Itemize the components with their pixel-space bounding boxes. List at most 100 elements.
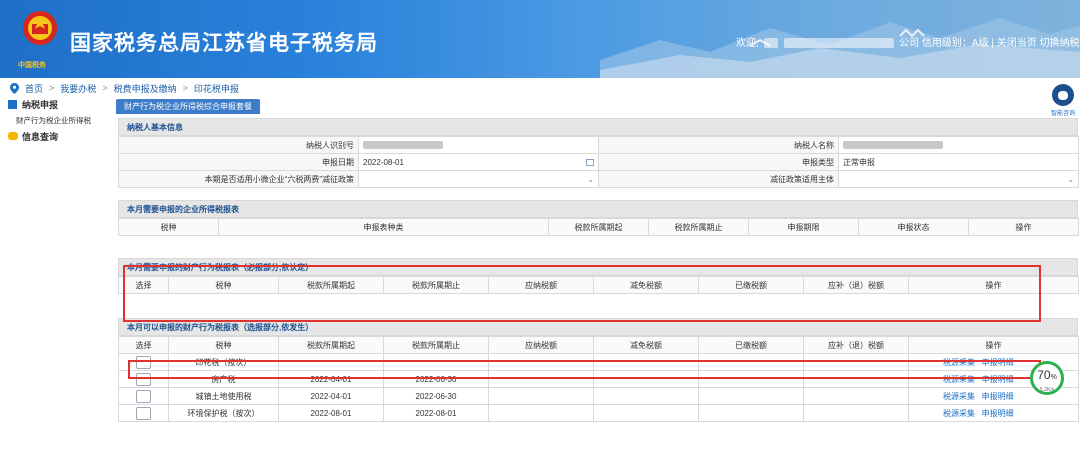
tax-type-cell: 环境保护税（按次） <box>168 404 279 422</box>
filing-date-field[interactable]: 2022-08-01 <box>358 153 599 171</box>
sidebar-item-tax-filing[interactable]: 纳税申报 <box>0 96 112 112</box>
breadcrumb-home[interactable]: 首页 <box>25 82 43 95</box>
sidebar-item-label: 纳税申报 <box>22 99 59 110</box>
column-header: 已缴税额 <box>698 336 804 354</box>
row-checkbox[interactable] <box>136 406 151 420</box>
payable-cell <box>488 404 594 422</box>
payable-cell <box>488 387 594 405</box>
redacted-value <box>363 141 443 150</box>
breadcrumb-sep: > <box>182 83 188 93</box>
taxpayer-name-value <box>838 136 1079 154</box>
breadcrumb-my-tax[interactable]: 我要办税 <box>60 82 96 95</box>
user-bar: 欢迎, 公司 信用级别：A级 | 关闭当页 切换纳税人 <box>736 34 1080 49</box>
highlight-stamp-tax-row <box>128 360 1041 379</box>
breadcrumb-tax-filing[interactable]: 税费申报及缴纳 <box>114 82 177 95</box>
site-header: 中国税务 国家税务总局江苏省电子税务局 欢迎, 公司 信用级别：A级 | 关闭当… <box>0 0 1080 78</box>
smart-assistant-button[interactable]: 智能咨询 <box>1047 84 1079 117</box>
source-collect-link[interactable]: 税源采集 <box>943 409 975 418</box>
paid-cell <box>698 404 804 422</box>
column-header: 税种 <box>118 218 219 236</box>
tax-emblem-icon <box>23 11 57 45</box>
row-checkbox[interactable] <box>136 389 151 403</box>
gauge-percent: 70% <box>1033 366 1061 387</box>
sidebar: 纳税申报 财产行为税企业所得税 信息查询 <box>0 96 112 453</box>
filing-detail-link[interactable]: 申报明细 <box>982 409 1014 418</box>
due-cell <box>803 404 909 422</box>
column-header: 税款所属期起 <box>278 336 384 354</box>
sidebar-subitem-property-income-tax[interactable]: 财产行为税企业所得税 <box>0 112 112 128</box>
taxpayer-id-value <box>358 136 599 154</box>
column-header: 税款所属期止 <box>648 218 749 236</box>
redacted-value <box>843 141 943 150</box>
tax-type-cell: 城镇土地使用税 <box>168 387 279 405</box>
column-header: 操作 <box>908 336 1079 354</box>
chevron-down-icon: ⌄ <box>587 174 594 184</box>
chevron-down-icon: ⌄ <box>1067 174 1074 184</box>
section-title-income-tax: 本月需要申报的企业所得税报表 <box>118 200 1078 218</box>
site-title: 国家税务总局江苏省电子税务局 <box>70 32 378 55</box>
select-cell <box>118 387 169 405</box>
company-suffix: 公司 <box>899 38 920 49</box>
paid-cell <box>698 387 804 405</box>
breadcrumb-sep: > <box>102 83 108 93</box>
policy-select[interactable]: ⌄ <box>358 170 599 188</box>
column-header: 应纳税额 <box>488 336 594 354</box>
assistant-avatar-icon <box>1052 84 1074 106</box>
welcome-text: 欢迎, <box>736 38 759 49</box>
relief-cell <box>593 404 699 422</box>
period-end-cell: 2022-08-01 <box>383 404 489 422</box>
column-header: 税款所属期止 <box>383 336 489 354</box>
redacted-company <box>784 38 895 49</box>
due-cell <box>803 387 909 405</box>
message-icon <box>8 132 18 140</box>
credit-level: 信用级别：A级 <box>921 38 989 49</box>
separator: | <box>991 38 994 49</box>
basic-info-table: 纳税人识别号 纳税人名称 申报日期 2022-08-01 申报类型 正常申报 本… <box>118 136 1079 188</box>
column-header: 应补（退）税额 <box>803 336 909 354</box>
optional-table: 选择 税种 税款所属期起 税款所属期止 应纳税额 减免税额 已缴税额 应补（退）… <box>118 336 1079 422</box>
source-collect-link[interactable]: 税源采集 <box>943 392 975 401</box>
table-row: 城镇土地使用税 2022-04-01 2022-06-30 税源采集 申报明细 <box>118 387 1079 405</box>
filing-date-value: 2022-08-01 <box>363 157 404 167</box>
breadcrumb-sep: > <box>49 83 55 93</box>
gauge-percent-value: 70 <box>1037 368 1051 382</box>
sidebar-item-label: 信息查询 <box>22 131 59 142</box>
gauge-speed: 5.2K/s <box>1039 387 1055 393</box>
close-page-link[interactable]: 关闭当页 <box>997 38 1037 49</box>
column-header: 操作 <box>968 218 1079 236</box>
redacted-username <box>763 38 778 49</box>
gauge-percent-sign: % <box>1050 374 1057 381</box>
breadcrumb-stamp-tax[interactable]: 印花税申报 <box>194 82 239 95</box>
filing-date-label: 申报日期 <box>118 153 359 171</box>
column-header: 税种 <box>168 336 279 354</box>
column-header: 减免税额 <box>593 336 699 354</box>
switch-taxpayer-link[interactable]: 切换纳税人 <box>1040 38 1080 49</box>
sidebar-item-info-query[interactable]: 信息查询 <box>0 128 112 144</box>
location-pin-icon <box>10 82 19 94</box>
breadcrumb: 首页 > 我要办税 > 税费申报及缴纳 > 印花税申报 <box>10 80 239 96</box>
column-header: 申报期限 <box>748 218 859 236</box>
taxpayer-name-label: 纳税人名称 <box>598 136 839 154</box>
column-header: 申报状态 <box>858 218 969 236</box>
income-tax-table: 税种 申报表种类 税款所属期起 税款所属期止 申报期限 申报状态 操作 <box>118 218 1079 236</box>
policy-subject-select[interactable]: ⌄ <box>838 170 1079 188</box>
emblem-caption: 中国税务 <box>18 62 46 69</box>
column-header: 选择 <box>118 336 169 354</box>
highlight-required-section <box>123 265 1041 322</box>
policy-subject-label: 减征政策适用主体 <box>598 170 839 188</box>
calendar-icon[interactable] <box>586 158 594 166</box>
filing-type-value: 正常申报 <box>838 153 1079 171</box>
tab-comprehensive-filing[interactable]: 财产行为税企业所得税综合申报套餐 <box>116 99 260 114</box>
period-start-cell: 2022-04-01 <box>278 387 384 405</box>
relief-cell <box>593 387 699 405</box>
grid-icon <box>8 99 17 109</box>
assistant-label: 智能咨询 <box>1050 111 1075 117</box>
filing-type-label: 申报类型 <box>598 153 839 171</box>
table-row: 环境保护税（按次） 2022-08-01 2022-08-01 税源采集 申报明… <box>118 404 1079 422</box>
policy-label: 本期是否适用小微企业“六税两费”减征政策 <box>118 170 359 188</box>
column-header: 申报表种类 <box>218 218 549 236</box>
select-cell <box>118 404 169 422</box>
filing-detail-link[interactable]: 申报明细 <box>982 392 1014 401</box>
period-end-cell: 2022-06-30 <box>383 387 489 405</box>
taxpayer-id-label: 纳税人识别号 <box>118 136 359 154</box>
